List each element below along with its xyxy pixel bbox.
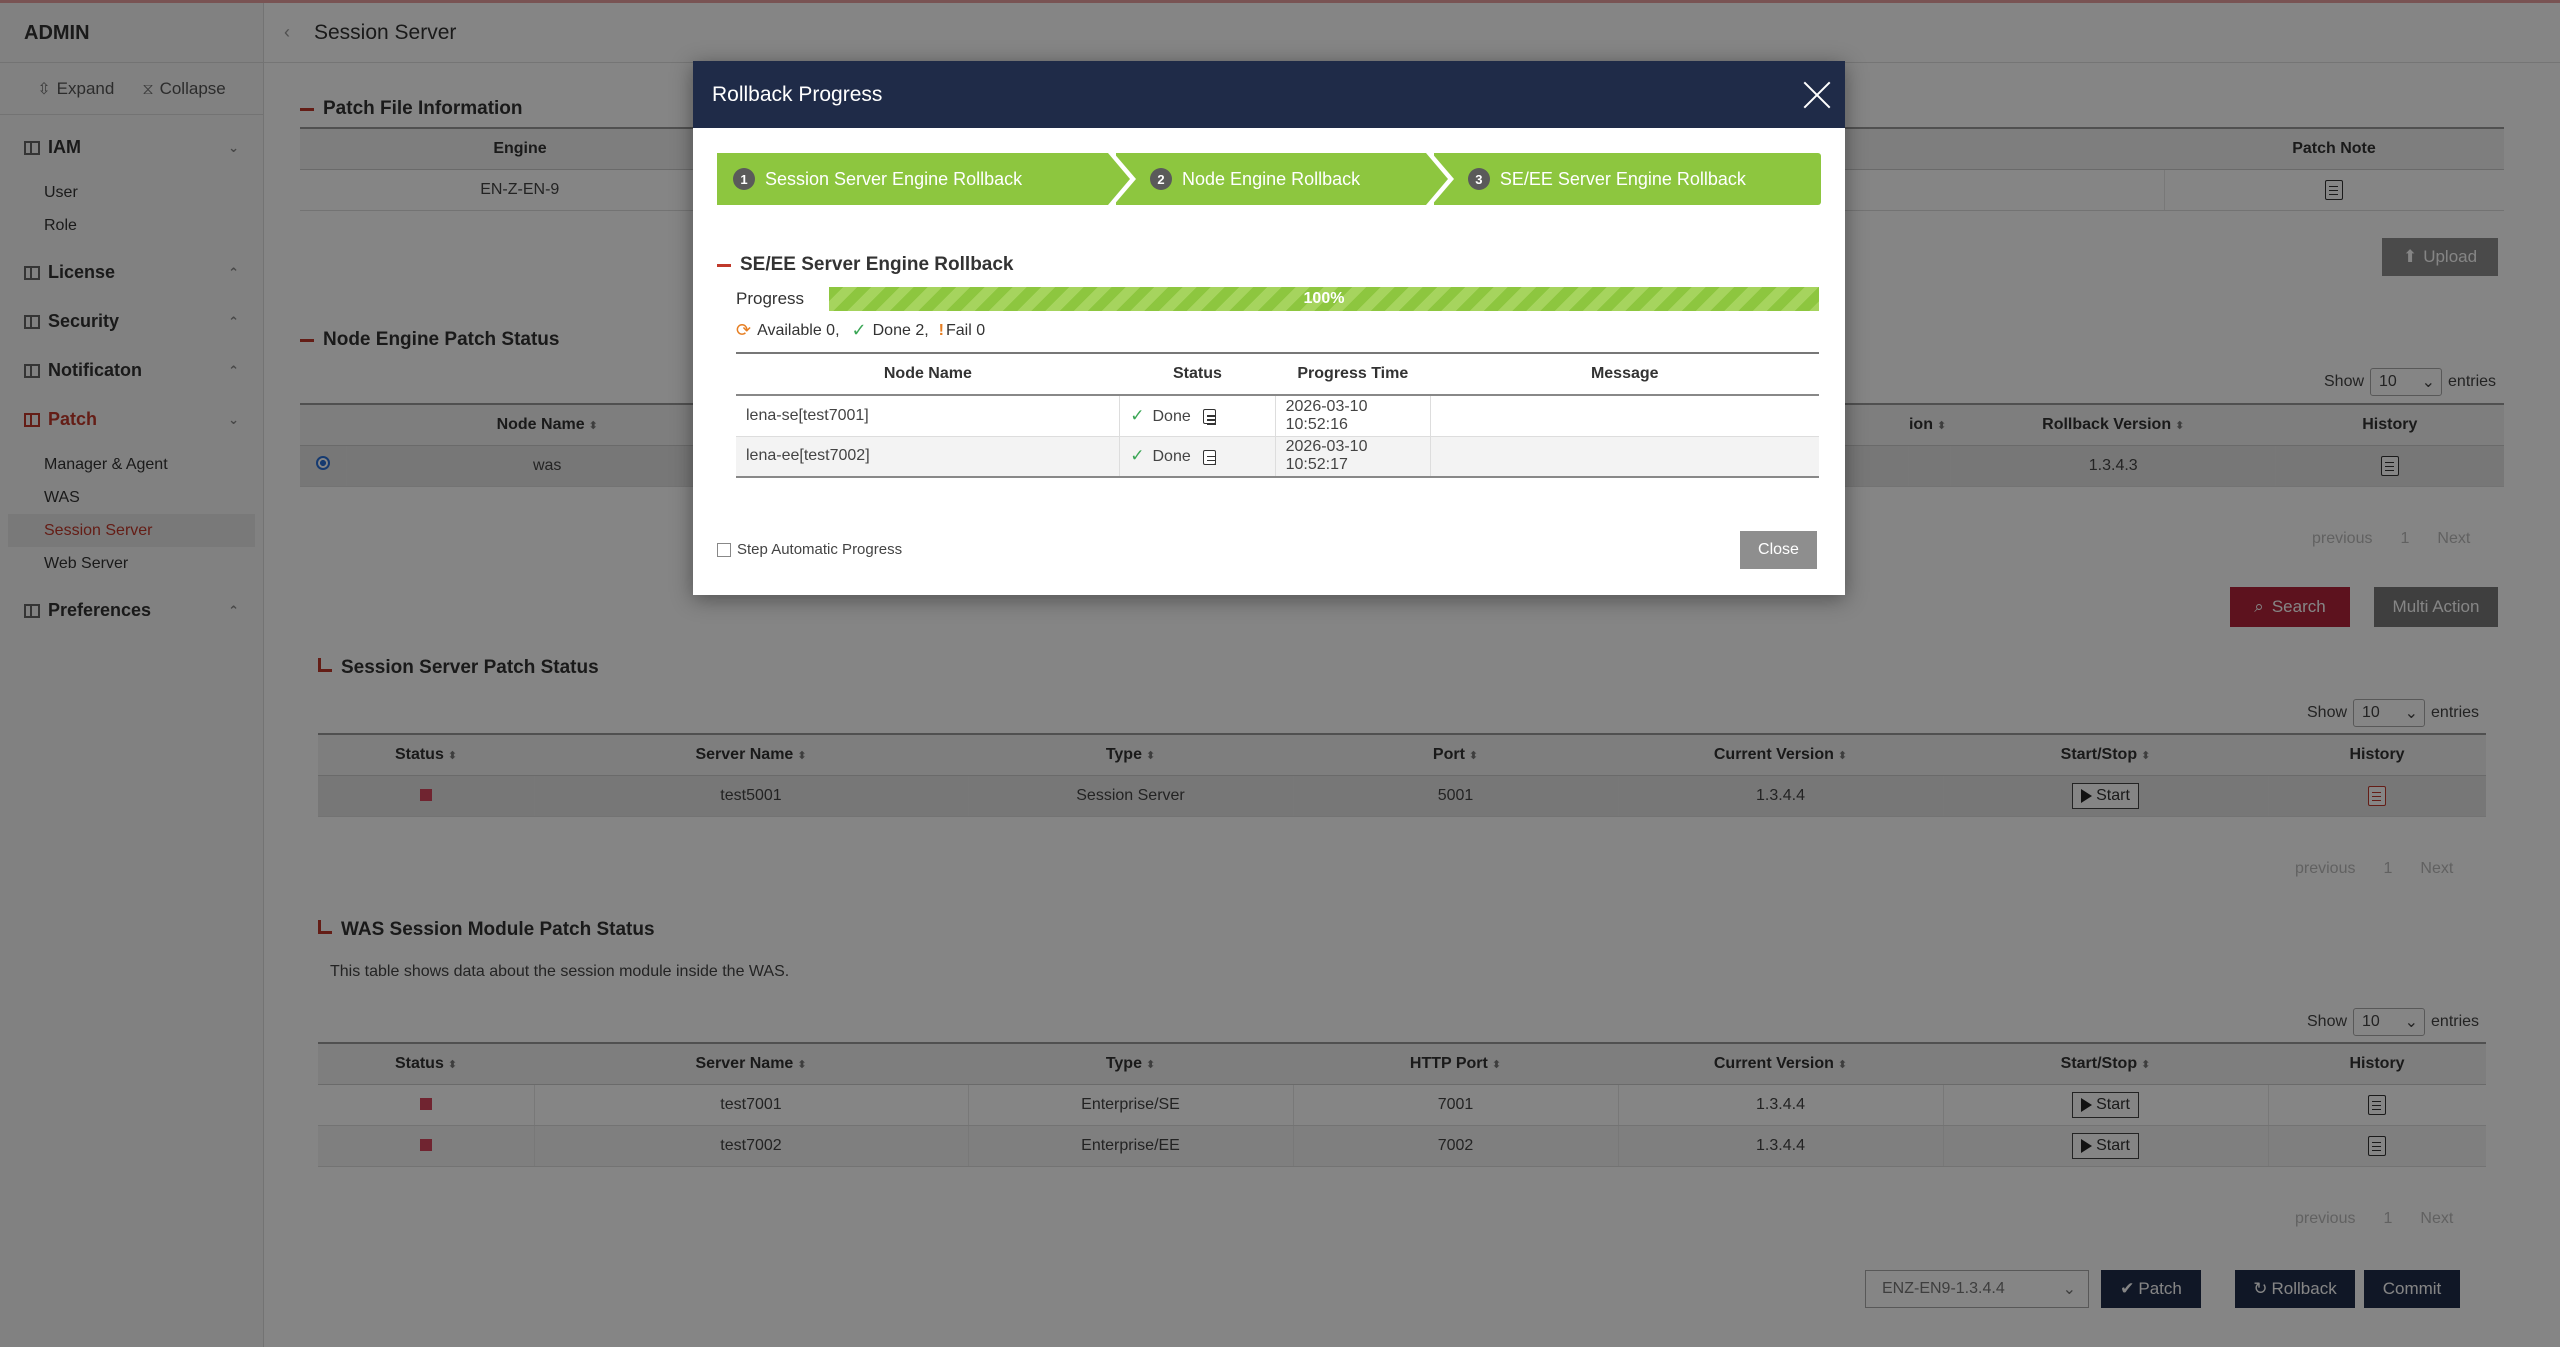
warning-icon: ! bbox=[938, 321, 944, 339]
close-icon[interactable] bbox=[1801, 79, 1833, 111]
modal-header: Rollback Progress bbox=[693, 61, 1845, 128]
document-icon[interactable] bbox=[1203, 409, 1217, 425]
rollback-progress-modal: Rollback Progress 1 Session Server Engin… bbox=[693, 61, 1845, 595]
progress-bar: 100% bbox=[829, 287, 1819, 311]
document-icon[interactable] bbox=[1203, 449, 1217, 465]
sync-icon: ⟳ bbox=[736, 320, 752, 340]
step-automatic-progress[interactable]: Step Automatic Progress bbox=[717, 541, 902, 558]
check-icon: ✓ bbox=[1130, 446, 1145, 466]
rollback-node-table: Node Name Status Progress Time Message l… bbox=[736, 352, 1819, 478]
progress-counts: ⟳ Available 0, ✓ Done 2, ! Fail 0 bbox=[736, 320, 985, 341]
modal-title: Rollback Progress bbox=[712, 82, 883, 106]
step-1: 1 Session Server Engine Rollback bbox=[717, 151, 1137, 207]
check-icon: ✓ bbox=[851, 320, 867, 340]
done-count: Done 2, bbox=[872, 321, 929, 339]
available-count: Available 0, bbox=[757, 321, 840, 339]
modal-section-title: SE/EE Server Engine Rollback bbox=[717, 254, 1014, 276]
table-row: lena-se[test7001] ✓ Done 2026-03-10 10:52… bbox=[736, 395, 1819, 437]
checkbox[interactable] bbox=[717, 542, 731, 557]
fail-count: Fail 0 bbox=[946, 321, 986, 339]
table-row: lena-ee[test7002] ✓ Done 2026-03-10 10:52… bbox=[736, 436, 1819, 478]
close-button[interactable]: Close bbox=[1740, 531, 1817, 569]
progress-label: Progress bbox=[736, 289, 805, 308]
step-2: 2 Node Engine Rollback bbox=[1116, 151, 1454, 207]
step-3: 3 SE/EE Server Engine Rollback bbox=[1433, 153, 1821, 205]
rollback-steps: 1 Session Server Engine Rollback 2 Node … bbox=[717, 151, 1821, 207]
check-icon: ✓ bbox=[1130, 405, 1145, 425]
